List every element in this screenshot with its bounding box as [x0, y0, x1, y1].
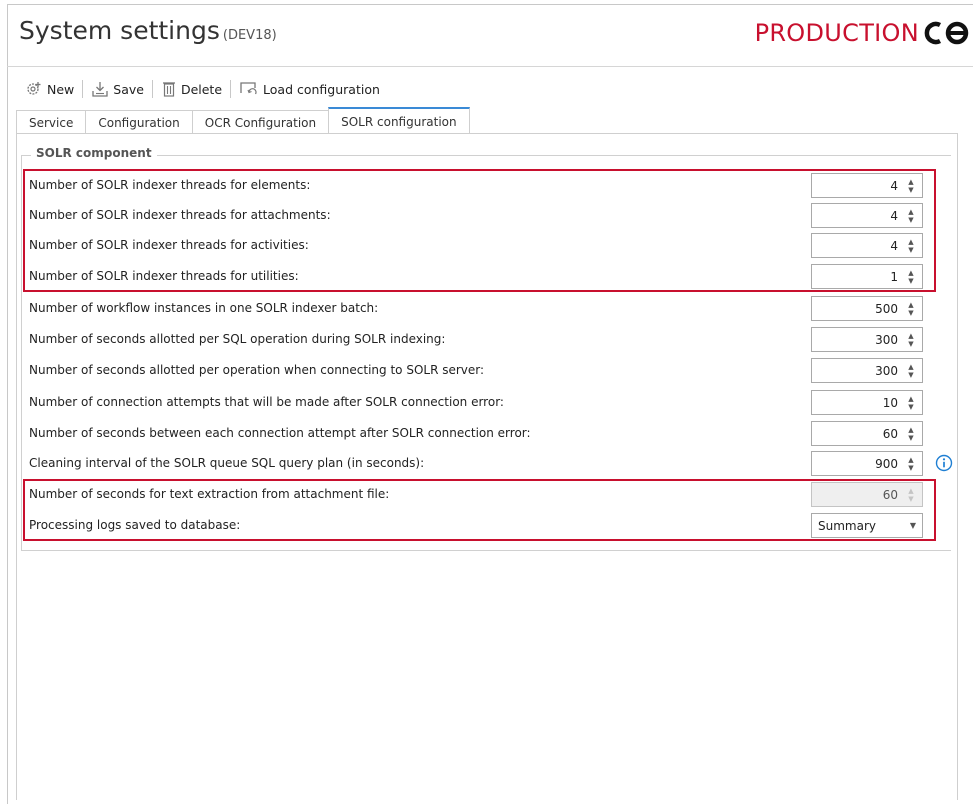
page-title: System settings (DEV18) [19, 16, 277, 45]
setting-row: Number of seconds allotted per operation… [29, 358, 929, 383]
toolbar-separator [230, 80, 232, 98]
load-configuration-icon [240, 82, 257, 95]
spinner-value: 300 [875, 332, 898, 347]
setting-row: Number of connection attempts that will … [29, 390, 929, 415]
toolbar-separator [151, 80, 153, 98]
tab-ocr-configuration[interactable]: OCR Configuration [191, 110, 330, 134]
setting-row: Number of seconds between each connectio… [29, 421, 929, 446]
delete-button[interactable]: Delete [161, 80, 222, 98]
setting-row: Number of seconds allotted per SQL opera… [29, 327, 929, 352]
highlight-box-extraction [23, 479, 936, 541]
gear-plus-icon [27, 82, 41, 95]
toolbar: New Save Delete Load configuration [25, 77, 380, 101]
spinner-value: 900 [875, 456, 898, 471]
spinner-arrows-icon[interactable]: ▲ ▼ [904, 359, 918, 382]
setting-label: Number of seconds between each connectio… [29, 426, 531, 440]
spinner-value: 300 [875, 363, 898, 378]
new-button[interactable]: New [25, 80, 74, 98]
page-title-text: System settings [19, 16, 220, 45]
load-configuration-label: Load configuration [263, 81, 380, 97]
brand-logo-icon [924, 21, 969, 45]
query-plan-interval-spinner[interactable]: 900 ▲ ▼ [811, 451, 923, 476]
connection-seconds-spinner[interactable]: 300 ▲ ▼ [811, 358, 923, 383]
highlight-box-threads [23, 169, 936, 292]
setting-label: Number of workflow instances in one SOLR… [29, 301, 379, 315]
group-title: SOLR component [31, 146, 157, 160]
spinner-value: 10 [882, 395, 898, 410]
group-border-left [21, 155, 22, 550]
setting-label: Number of seconds allotted per SQL opera… [29, 332, 446, 346]
sql-operation-seconds-spinner[interactable]: 300 ▲ ▼ [811, 327, 923, 352]
spinner-arrows-icon[interactable]: ▲ ▼ [904, 452, 918, 475]
tab-solr-configuration[interactable]: SOLR configuration [328, 107, 470, 134]
brand-logo-area: PRODUCTION [755, 18, 973, 48]
tab-service[interactable]: Service [16, 110, 87, 134]
spinner-arrows-icon[interactable]: ▲ ▼ [904, 391, 918, 414]
save-button[interactable]: Save [91, 80, 144, 98]
brand-text: PRODUCTION [754, 19, 919, 47]
group-border-top [21, 155, 951, 156]
setting-label: Cleaning interval of the SOLR queue SQL … [29, 456, 425, 470]
toolbar-separator [82, 80, 84, 98]
setting-label: Number of connection attempts that will … [29, 395, 504, 409]
workflow-batch-spinner[interactable]: 500 ▲ ▼ [811, 296, 923, 321]
save-icon [92, 82, 108, 97]
tab-configuration[interactable]: Configuration [85, 110, 193, 134]
new-button-label: New [47, 81, 75, 97]
group-border-bottom [21, 550, 951, 551]
tab-bar: Service Configuration OCR Configuration … [16, 107, 470, 134]
setting-label: Number of seconds allotted per operation… [29, 363, 485, 377]
environment-label: (DEV18) [222, 28, 277, 43]
spinner-arrows-icon[interactable]: ▲ ▼ [904, 328, 918, 351]
spinner-value: 60 [882, 426, 898, 441]
info-icon[interactable] [935, 454, 953, 472]
delete-button-label: Delete [180, 81, 223, 97]
spinner-value: 500 [875, 301, 898, 316]
trash-icon [162, 82, 175, 97]
setting-row: Cleaning interval of the SOLR queue SQL … [29, 451, 953, 476]
connection-attempts-spinner[interactable]: 10 ▲ ▼ [811, 390, 923, 415]
setting-row: Number of workflow instances in one SOLR… [29, 296, 929, 321]
spinner-arrows-icon[interactable]: ▲ ▼ [904, 422, 918, 445]
spinner-arrows-icon[interactable]: ▲ ▼ [904, 297, 918, 320]
connection-interval-spinner[interactable]: 60 ▲ ▼ [811, 421, 923, 446]
load-configuration-button[interactable]: Load configuration [239, 80, 380, 98]
save-button-label: Save [113, 81, 144, 97]
title-separator [7, 66, 973, 67]
